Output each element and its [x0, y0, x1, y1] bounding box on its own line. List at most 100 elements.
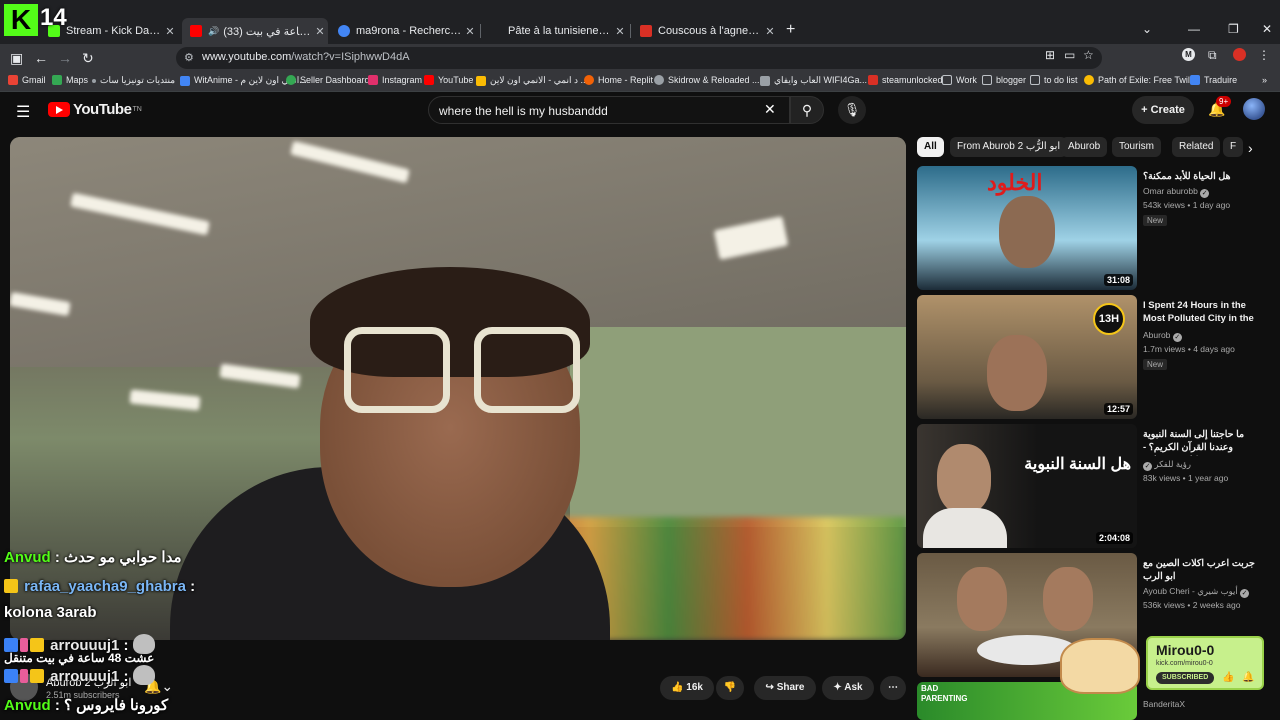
bookmark-tunisia-sat[interactable]: منتديات تونيزيا سات — [92, 75, 175, 86]
channel-name[interactable]: Omar aburobb — [1143, 186, 1198, 196]
bookmark-seller-dashboard[interactable]: Seller Dashboard — [286, 75, 370, 85]
channel-name[interactable]: رؤية للفكر — [1154, 459, 1191, 469]
thumbnail-title-text: الخلود — [987, 170, 1043, 195]
url-text[interactable]: www.youtube.com/watch?v=ISiphwwD4dA — [202, 51, 410, 63]
close-icon[interactable]: ✕ — [312, 25, 328, 38]
video-frame-glasses — [344, 327, 450, 413]
recommendation-item[interactable]: هل السنة النبوية 2:04:08 ما حاجتنا إلى ا… — [917, 424, 1267, 548]
recommendation-item[interactable]: الخلود 31:08 هل الحياة للأبد ممكنة؟ Omar… — [917, 166, 1267, 290]
video-title[interactable]: I Spent 24 Hours in the Most Polluted Ci… — [1143, 299, 1265, 327]
profile-icon[interactable] — [1233, 48, 1246, 61]
minimize-icon[interactable]: — — [1188, 22, 1200, 36]
bookmark-traduire[interactable]: Traduire — [1190, 75, 1237, 85]
bookmark-anime[interactable]: د انمي - الانمي اون لاين ... — [476, 75, 588, 86]
chevron-right-icon[interactable]: › — [1248, 140, 1253, 156]
chip-from-aburob-2[interactable]: From Aburob 2 ابو الرُّب — [950, 137, 1068, 157]
site-info-icon[interactable]: ⚙ — [184, 51, 194, 64]
menu-icon[interactable]: ⋮ — [1258, 48, 1270, 62]
chat-text: kolona 3arab — [4, 604, 97, 621]
tab-pate-tunisienne[interactable]: Pâte à la tunisiene (makrouna) ✕ — [482, 18, 628, 44]
dislike-button[interactable]: 👎 — [716, 676, 744, 700]
folder-icon — [942, 75, 952, 85]
thumbnail-face — [987, 335, 1047, 411]
video-title[interactable]: ما حاجتنا إلى السنة النبوية وعندنا القرآ… — [1143, 428, 1265, 456]
bookmark-replit[interactable]: Home - Replit — [584, 75, 653, 85]
account-avatar[interactable] — [1243, 98, 1265, 120]
chat-message: arrouuuj1 : — [4, 665, 155, 685]
chip-related[interactable]: Related — [1172, 137, 1221, 157]
streamer-url: kick.com/mirou0-0 — [1156, 660, 1213, 667]
tab-google-search[interactable]: ma9rona - Recherche Google ✕ — [330, 18, 478, 44]
bookmark-steamunlocked[interactable]: steamunlocked — [868, 75, 943, 85]
forward-icon[interactable]: → — [58, 50, 72, 66]
chip-aburob[interactable]: Aburob — [1061, 137, 1108, 157]
chat-text: كورونا فايروس ؟ — [64, 697, 169, 714]
video-title[interactable]: جربت اعرب اكلات الصين مع ابو الرب — [1143, 557, 1265, 583]
bookmark-youtube[interactable]: YouTube — [424, 75, 473, 85]
fire-badge-icon — [20, 669, 28, 683]
clear-search-icon[interactable]: ✕ — [764, 101, 776, 118]
more-actions-button[interactable]: ⋯ — [880, 676, 906, 700]
sidebar-toggle-icon[interactable]: ▣ — [10, 50, 23, 67]
close-icon[interactable]: ✕ — [612, 25, 628, 38]
chip-all[interactable]: All — [917, 137, 944, 157]
bookmark-gmail[interactable]: Gmail — [8, 75, 46, 85]
video-title[interactable]: هل الحياة للأبد ممكنة؟ — [1143, 170, 1265, 183]
tab-search-chevron-icon[interactable]: ⌄ — [1142, 22, 1152, 36]
search-box[interactable] — [428, 96, 790, 124]
search-button[interactable]: ⚲ — [790, 96, 824, 124]
bookmark-path-of-exile[interactable]: Path of Exile: Free Twili... — [1084, 75, 1199, 85]
bookmark-star-icon[interactable]: ☆ — [1083, 48, 1094, 62]
speaker-icon[interactable]: 🔊 — [208, 26, 219, 37]
install-app-icon[interactable]: ⊞ — [1045, 48, 1055, 62]
ask-button[interactable]: ✦ Ask — [822, 676, 874, 700]
channel-name[interactable]: BanderitaX — [1143, 699, 1265, 709]
bookmark-folder-work[interactable]: Work — [942, 75, 977, 85]
tab-title: ma9rona - Recherche Google — [356, 25, 462, 37]
video-thumbnail[interactable]: الخلود 31:08 — [917, 166, 1137, 290]
close-icon[interactable]: ✕ — [762, 25, 778, 38]
bookmarks-bar: Gmail Maps منتديات تونيزيا سات WitAnime … — [0, 72, 1280, 92]
subscribed-badge: SUBSCRIBED — [1156, 672, 1215, 684]
gmail-icon — [8, 75, 18, 85]
bookmark-folder-todo[interactable]: to do list — [1030, 75, 1078, 85]
seller-icon — [286, 75, 296, 85]
tab-youtube-video[interactable]: 🔊 عشت 48 ساعة في بيت (33) ✕ — [182, 18, 328, 44]
restore-icon[interactable]: ❐ — [1228, 22, 1239, 36]
bookmark-wifi4games[interactable]: العاب وايفاي WIFI4Ga... — [760, 75, 867, 86]
bookmark-folder-blogger[interactable]: blogger — [982, 75, 1026, 85]
bookmark-instagram[interactable]: Instagram — [368, 75, 422, 85]
share-button[interactable]: ↪ Share — [754, 676, 816, 700]
close-icon[interactable]: ✕ — [162, 25, 178, 38]
bookmarks-overflow-icon[interactable]: » — [1262, 75, 1267, 85]
video-thumbnail[interactable]: 13H 12:57 — [917, 295, 1137, 419]
cast-icon[interactable]: ▭ — [1064, 48, 1075, 62]
like-button[interactable]: 👍 16k — [660, 676, 714, 700]
video-thumbnail[interactable]: هل السنة النبوية 2:04:08 — [917, 424, 1137, 548]
chat-text: مدا حوابي مو حدث — [64, 549, 182, 566]
close-icon[interactable]: ✕ — [462, 25, 478, 38]
search-input[interactable] — [439, 101, 749, 121]
new-tab-icon[interactable]: + — [786, 21, 795, 39]
crown-badge-icon — [30, 669, 44, 683]
thumbnail-title-text: هل السنة النبوية — [1024, 456, 1131, 473]
youtube-logo[interactable]: YouTube TN — [48, 101, 142, 118]
reload-icon[interactable]: ↻ — [82, 50, 94, 67]
tab-couscous[interactable]: Couscous à l'agneau Facile et r ✕ — [632, 18, 778, 44]
back-icon[interactable]: ← — [34, 50, 48, 66]
create-button[interactable]: + Create — [1132, 96, 1194, 124]
recommendation-item[interactable]: 13H 12:57 I Spent 24 Hours in the Most P… — [917, 295, 1267, 419]
address-bar[interactable]: ⚙ www.youtube.com/watch?v=ISiphwwD4dA — [176, 47, 1102, 69]
chip-overflow[interactable]: F — [1223, 137, 1244, 157]
chip-tourism[interactable]: Tourism — [1112, 137, 1162, 157]
extension-m-icon[interactable]: M — [1182, 48, 1195, 61]
bookmark-skidrow[interactable]: Skidrow & Reloaded ... — [654, 75, 760, 85]
extensions-icon[interactable]: ⧉ — [1208, 48, 1217, 63]
channel-name[interactable]: Ayoub Cheri - أيوب شيري — [1143, 586, 1238, 596]
hamburger-menu-icon[interactable]: ☰ — [16, 102, 30, 122]
voice-search-button[interactable]: 🎙 — [838, 96, 866, 124]
channel-name[interactable]: Aburob — [1143, 330, 1170, 340]
folder-icon — [982, 75, 992, 85]
bookmark-maps[interactable]: Maps — [52, 75, 88, 85]
window-close-icon[interactable]: ✕ — [1262, 22, 1272, 36]
